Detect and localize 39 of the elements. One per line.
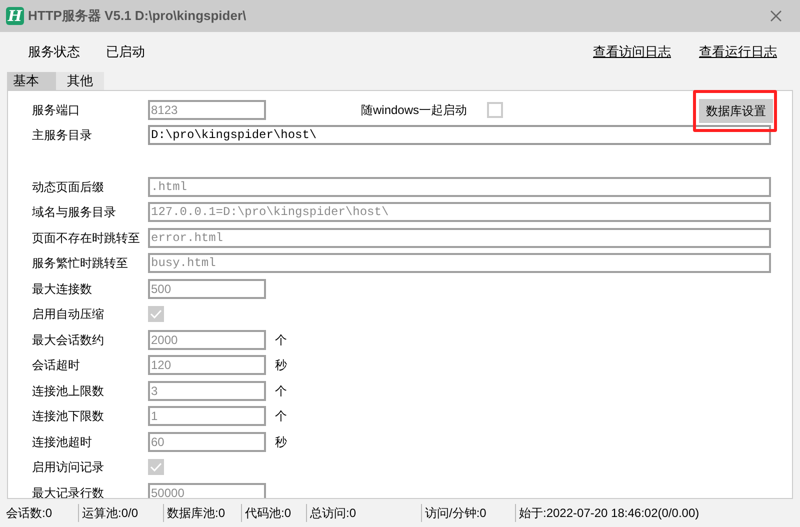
status-item: 总访问:0: [306, 504, 421, 522]
close-icon[interactable]: [770, 10, 782, 22]
field-label: 启用访问记录: [32, 459, 105, 476]
status-label: 服务状态: [28, 43, 80, 62]
unit-label: 个: [275, 382, 287, 400]
status-item: 数据库池:0: [163, 504, 241, 522]
field-label: 页面不存在时跳转至: [32, 230, 141, 247]
field-label: 动态页面后缀: [32, 178, 105, 196]
field-label: 启用自动压缩: [32, 306, 105, 324]
field-label: 最大会话数约: [32, 332, 105, 349]
checkmark-icon: [150, 462, 162, 472]
field-label: 服务繁忙时跳转至: [32, 255, 129, 272]
unit-label: 秒: [275, 434, 287, 451]
log-link[interactable]: 查看访问日志: [593, 42, 671, 62]
tab[interactable]: 基本: [7, 72, 56, 90]
unit-label: 秒: [275, 357, 287, 374]
field-label: 最大连接数: [32, 280, 93, 298]
log-link[interactable]: 查看运行日志: [699, 42, 777, 62]
field-label: 服务端口: [32, 102, 81, 119]
status-item: 访问/分钟:0: [421, 504, 515, 522]
field-label: 主服务目录: [32, 127, 93, 144]
field-label: 域名与服务目录: [32, 204, 117, 222]
tab[interactable]: 其他: [56, 72, 104, 90]
status-value: 已启动: [106, 43, 145, 62]
autostart-label: 随windows一起启动: [361, 102, 468, 119]
status-item: 会话数:0: [5, 505, 54, 522]
input-field[interactable]: D:\pro\kingspider\host\: [148, 125, 771, 146]
app-logo-icon: H: [6, 7, 24, 25]
status-item: 运算池:0/0: [78, 504, 163, 522]
field-label: 连接池超时: [32, 434, 93, 451]
field-label: 连接池下限数: [32, 408, 105, 426]
checkmark-icon: [150, 309, 162, 320]
unit-label: 个: [275, 332, 287, 349]
status-item: 代码池:0: [241, 504, 306, 522]
window-title: HTTP服务器 V5.1 D:\pro\kingspider\: [28, 7, 246, 26]
unit-label: 个: [275, 408, 287, 426]
field-label: 会话超时: [32, 357, 81, 374]
field-label: 连接池上限数: [32, 382, 105, 400]
status-item: 始于:2022-07-20 18:46:02(0/0.00): [515, 504, 708, 522]
